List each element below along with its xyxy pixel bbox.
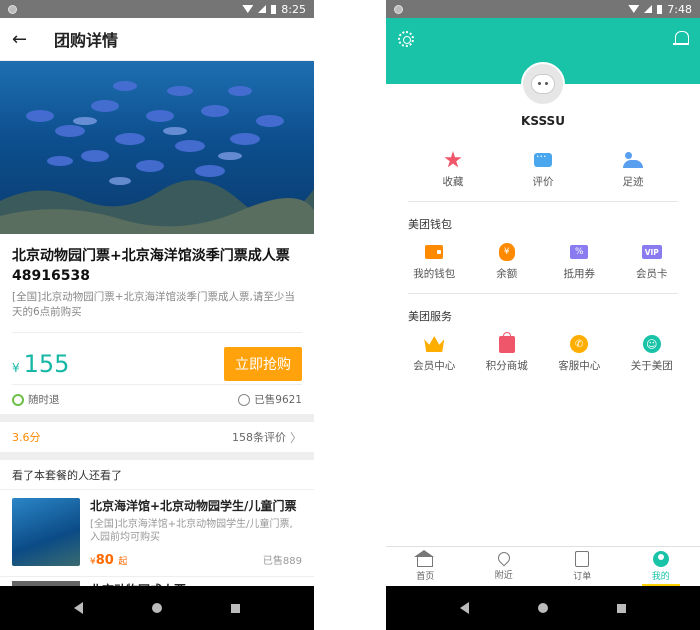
profile-screen: 7:48 KSSSU 收藏 评价 足迹 美团钱包 我的钱包 ¥ — [386, 0, 700, 630]
deal-title: 北京动物园门票+北京海洋馆淡季门票成人票48916538 — [12, 248, 290, 284]
section-divider — [0, 452, 314, 460]
wifi-icon — [628, 5, 640, 13]
tab-nearby[interactable]: 附近 — [465, 547, 544, 586]
notification-dot-icon — [394, 4, 403, 14]
footprint-icon — [623, 152, 643, 168]
deal-price: ¥ 155 — [12, 350, 69, 378]
section-divider — [0, 414, 314, 422]
moneybag-icon: ¥ — [498, 243, 515, 261]
nav-home-icon[interactable] — [537, 603, 548, 613]
recommend-description: [全国]北京海洋馆+北京动物园学生/儿童门票,入园前均可购买 — [90, 519, 293, 543]
page-title: 团购详情 — [54, 31, 119, 50]
tab-orders[interactable]: 订单 — [543, 547, 622, 586]
status-bar: 7:48 — [386, 0, 700, 18]
recommend-thumbnail — [12, 498, 80, 566]
order-icon — [575, 551, 590, 567]
wallet-section-title: 美团钱包 — [408, 218, 452, 231]
refund-label: 随时退 — [28, 394, 60, 406]
services-grid: 会员中心 积分商城 ✆ 客服中心 ☺ 关于美团 — [386, 331, 700, 373]
deal-description: [全国]北京动物园门票+北京海洋馆淡季门票成人票,请至少当天的6点前购买 — [12, 291, 295, 318]
nav-back-icon[interactable] — [460, 602, 470, 614]
recommend-title: 北京海洋馆+北京动物园学生/儿童门票 — [90, 499, 297, 513]
balance-button[interactable]: ¥ 余额 — [477, 242, 537, 281]
star-icon — [444, 151, 462, 168]
refund-icon — [12, 393, 24, 406]
recommend-item[interactable]: 北京海洋馆+北京动物园学生/儿童门票 [全国]北京海洋馆+北京动物园学生/儿童门… — [0, 490, 314, 576]
reviews-button[interactable]: 评价 — [513, 150, 573, 189]
recommend-sold: 已售889 — [262, 556, 302, 567]
battery-icon — [657, 4, 663, 14]
nav-recents-icon[interactable] — [230, 603, 240, 613]
nav-home-icon[interactable] — [151, 603, 162, 613]
customer-service-button[interactable]: ✆ 客服中心 — [549, 334, 609, 373]
arrow-left-icon[interactable]: ← — [12, 29, 42, 50]
tab-home[interactable]: 首页 — [386, 547, 465, 586]
member-card-button[interactable]: VIP 会员卡 — [622, 242, 682, 281]
deal-meta-row: 随时退 已售9621 — [12, 384, 302, 414]
location-pin-icon — [495, 549, 513, 567]
recommend-price: ¥80 起 — [90, 553, 128, 568]
battery-icon — [271, 4, 277, 14]
my-wallet-button[interactable]: 我的钱包 — [404, 242, 464, 281]
currency-symbol: ¥ — [12, 360, 20, 375]
signal-icon — [644, 5, 653, 13]
app-bar: ← 团购详情 — [0, 18, 314, 61]
sold-count: 已售9621 — [254, 394, 302, 406]
price-value: 155 — [23, 349, 70, 378]
user-icon — [238, 393, 251, 406]
about-button[interactable]: ☺ 关于美团 — [622, 334, 682, 373]
bell-icon[interactable] — [673, 31, 689, 47]
phone-icon: ✆ — [570, 335, 589, 353]
bottom-tab-bar: 首页 附近 订单 我的 — [386, 546, 700, 586]
deal-detail-screen: 8:25 ← 团购详情 北京动物园门票+北京海洋馆淡季门票成人票48916538… — [0, 0, 314, 630]
reviews-count: 158条评价 — [231, 431, 286, 444]
points-mall-button[interactable]: 积分商城 — [477, 331, 537, 373]
footprint-button[interactable]: 足迹 — [603, 150, 663, 189]
price-row: ¥ 155 立即抢购 — [12, 332, 302, 384]
chevron-right-icon: 〉 — [289, 430, 302, 445]
wallet-icon — [425, 245, 444, 259]
status-time: 8:25 — [281, 2, 306, 16]
nav-recents-icon[interactable] — [616, 603, 626, 613]
gear-icon[interactable] — [398, 31, 414, 47]
rating-row[interactable]: 3.6分 158条评价 〉 — [0, 422, 314, 452]
coupon-button[interactable]: % 抵用券 — [549, 242, 609, 281]
vip-card-icon: VIP — [641, 245, 662, 259]
tab-mine[interactable]: 我的 — [622, 547, 700, 586]
deal-hero-image — [0, 61, 314, 234]
status-time: 7:48 — [667, 2, 692, 16]
recommend-section-title: 看了本套餐的人还看了 — [0, 460, 314, 490]
android-nav-bar — [0, 586, 314, 630]
buy-now-button[interactable]: 立即抢购 — [224, 346, 302, 381]
member-center-button[interactable]: 会员中心 — [404, 334, 464, 373]
home-icon — [414, 550, 435, 567]
profile-icon — [652, 551, 669, 567]
wallet-grid: 我的钱包 ¥ 余额 % 抵用券 VIP 会员卡 — [386, 242, 700, 281]
profile-header — [386, 18, 700, 106]
quick-actions: 收藏 评价 足迹 — [386, 150, 700, 189]
wifi-icon — [242, 5, 254, 13]
notification-dot-icon — [8, 4, 17, 14]
favorites-button[interactable]: 收藏 — [423, 150, 483, 189]
smile-icon: ☺ — [642, 335, 661, 353]
shopping-bag-icon — [498, 331, 515, 353]
crown-icon — [424, 336, 445, 352]
chat-icon — [534, 150, 552, 167]
services-section-title: 美团服务 — [408, 310, 452, 323]
rating-score: 3.6分 — [12, 431, 41, 444]
fish-school-illustration — [0, 81, 314, 234]
avatar-face-icon — [531, 74, 555, 94]
avatar[interactable] — [521, 62, 565, 106]
status-bar: 8:25 — [0, 0, 314, 18]
nav-back-icon[interactable] — [74, 602, 84, 614]
username: KSSSU — [521, 114, 565, 128]
coupon-icon: % — [570, 245, 589, 259]
signal-icon — [258, 5, 267, 13]
android-nav-bar — [386, 586, 700, 630]
